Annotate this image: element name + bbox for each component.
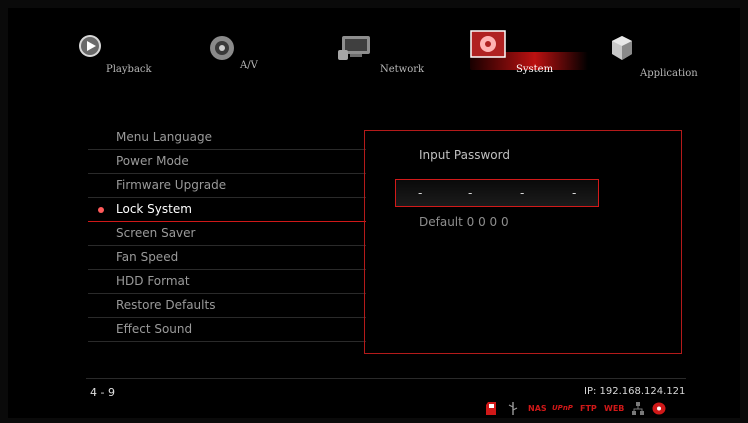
category-playback[interactable]: Playback xyxy=(78,30,168,80)
panel-title: Input Password xyxy=(419,148,510,162)
lock-system-panel: Input Password - - - - Default 0 0 0 0 xyxy=(364,130,682,354)
password-digit: - xyxy=(468,186,473,200)
category-network[interactable]: Network xyxy=(338,30,428,80)
password-digit: - xyxy=(520,186,525,200)
web-icon: WEB xyxy=(604,404,625,413)
menu-item-label: Menu Language xyxy=(116,130,212,144)
menu-item-label: HDD Format xyxy=(116,274,190,288)
page-indicator: 4 - 9 xyxy=(90,386,115,399)
menu-item-restore-defaults[interactable]: Restore Defaults xyxy=(88,294,366,318)
category-label: Network xyxy=(380,64,425,75)
menu-item-screen-saver[interactable]: Screen Saver xyxy=(88,222,366,246)
av-icon xyxy=(208,34,236,65)
playback-icon xyxy=(78,34,102,61)
category-label: System xyxy=(516,64,554,75)
menu-item-label: Screen Saver xyxy=(116,226,196,240)
menu-item-label: Power Mode xyxy=(116,154,189,168)
menu-item-label: Firmware Upgrade xyxy=(116,178,227,192)
category-label: A/V xyxy=(240,60,258,71)
settings-menu: Menu Language Power Mode Firmware Upgrad… xyxy=(88,126,366,342)
default-password-hint: Default 0 0 0 0 xyxy=(419,215,509,229)
category-label: Application xyxy=(640,68,698,79)
menu-item-label: Lock System xyxy=(116,202,192,216)
network-status-icon xyxy=(632,402,644,417)
footer-divider xyxy=(86,378,686,379)
network-icon xyxy=(338,34,374,65)
ip-address: IP: 192.168.124.121 xyxy=(584,386,686,397)
password-digit: - xyxy=(418,186,423,200)
upnp-icon: UPnP xyxy=(552,404,573,412)
menu-item-lock-system[interactable]: Lock System xyxy=(88,198,366,222)
menu-item-label: Restore Defaults xyxy=(116,298,216,312)
menu-item-power-mode[interactable]: Power Mode xyxy=(88,150,366,174)
ftp-icon: FTP xyxy=(580,404,597,413)
menu-item-menu-language[interactable]: Menu Language xyxy=(88,126,366,150)
menu-item-label: Effect Sound xyxy=(116,322,193,336)
password-digit: - xyxy=(572,186,577,200)
category-av[interactable]: A/V xyxy=(208,30,268,80)
menu-item-effect-sound[interactable]: Effect Sound xyxy=(88,318,366,342)
category-system[interactable]: System xyxy=(470,30,590,80)
menu-item-firmware-upgrade[interactable]: Firmware Upgrade xyxy=(88,174,366,198)
usb-icon xyxy=(508,402,518,417)
sd-card-icon xyxy=(486,402,496,417)
system-icon xyxy=(470,30,506,63)
application-icon xyxy=(610,34,634,65)
media-player-screen: Playback A/V Network System Application … xyxy=(8,8,740,418)
category-application[interactable]: Application xyxy=(610,30,720,80)
password-input[interactable]: - - - - xyxy=(395,179,599,207)
nas-icon: NAS xyxy=(528,404,547,413)
menu-item-hdd-format[interactable]: HDD Format xyxy=(88,270,366,294)
menu-item-fan-speed[interactable]: Fan Speed xyxy=(88,246,366,270)
disc-icon xyxy=(652,402,666,417)
menu-item-label: Fan Speed xyxy=(116,250,179,264)
category-label: Playback xyxy=(106,64,152,75)
selected-dot-icon xyxy=(98,207,104,213)
